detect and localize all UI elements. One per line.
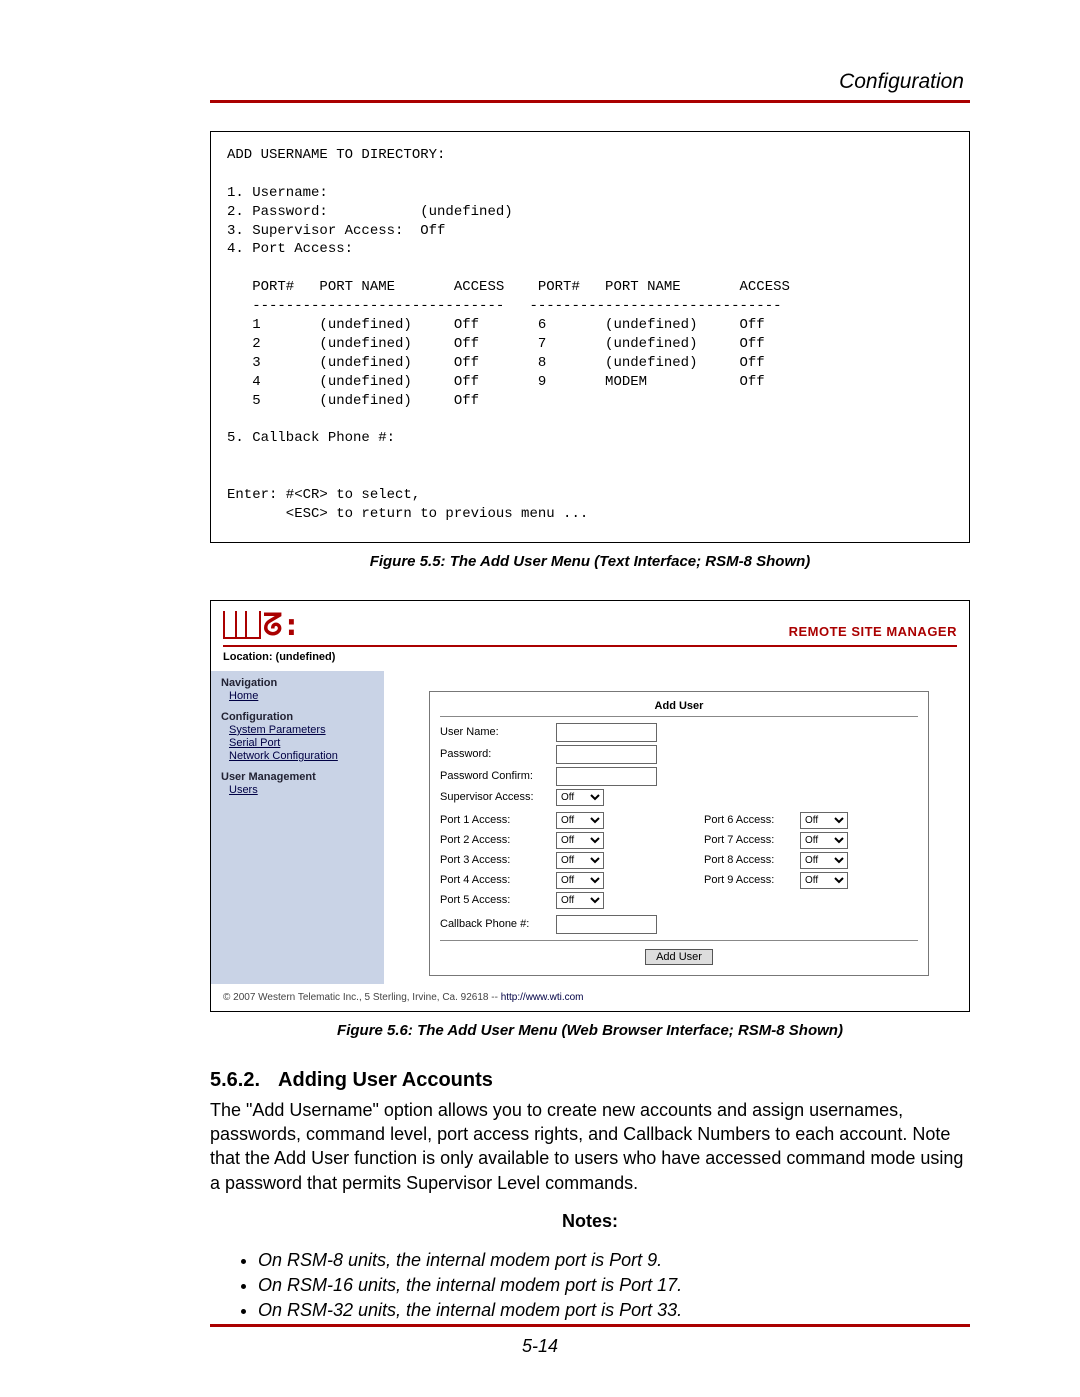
port5-label: Port 5 Access: [440, 894, 550, 906]
web-sidebar: Navigation Home Configuration System Par… [211, 671, 384, 984]
port1-label: Port 1 Access: [440, 814, 550, 826]
port2-select[interactable]: Off [556, 832, 604, 849]
page-header-title: Configuration [210, 70, 970, 94]
nav-serial-port-link[interactable]: Serial Port [229, 737, 376, 749]
product-label: REMOTE SITE MANAGER [789, 624, 957, 639]
nav-users-link[interactable]: Users [229, 784, 376, 796]
port7-select[interactable]: Off [800, 832, 848, 849]
nav-home-link[interactable]: Home [229, 690, 376, 702]
nav-section-configuration: Configuration [221, 711, 376, 723]
figure-5-5-caption: Figure 5.5: The Add User Menu (Text Inte… [210, 553, 970, 570]
port5-select[interactable]: Off [556, 892, 604, 909]
nav-section-navigation: Navigation [221, 677, 376, 689]
supervisor-access-label: Supervisor Access: [440, 791, 550, 803]
port4-label: Port 4 Access: [440, 874, 550, 886]
callback-label: Callback Phone #: [440, 918, 550, 930]
web-interface-screenshot: ᘔ: REMOTE SITE MANAGER Location: (undefi… [210, 600, 970, 1012]
notes-list: On RSM-8 units, the internal modem port … [210, 1250, 970, 1321]
port3-label: Port 3 Access: [440, 854, 550, 866]
footer-rule [210, 1324, 970, 1327]
add-user-form: Add User User Name: Password: Password C… [429, 691, 929, 976]
password-input[interactable] [556, 745, 657, 764]
port9-label: Port 9 Access: [704, 874, 794, 886]
port2-label: Port 2 Access: [440, 834, 550, 846]
port8-select[interactable]: Off [800, 852, 848, 869]
wti-link[interactable]: http://www.wti.com [501, 992, 584, 1003]
section-title: Adding User Accounts [278, 1069, 493, 1091]
supervisor-access-select[interactable]: Off [556, 789, 604, 806]
nav-network-config-link[interactable]: Network Configuration [229, 750, 376, 762]
callback-input[interactable] [556, 915, 657, 934]
notes-heading: Notes: [210, 1211, 970, 1232]
note-item: On RSM-8 units, the internal modem port … [258, 1250, 970, 1271]
port3-select[interactable]: Off [556, 852, 604, 869]
wti-logo: ᘔ: [223, 611, 300, 639]
header-rule [210, 100, 970, 103]
port4-select[interactable]: Off [556, 872, 604, 889]
note-item: On RSM-32 units, the internal modem port… [258, 1300, 970, 1321]
nav-section-user-management: User Management [221, 771, 376, 783]
logo-rule [223, 645, 957, 647]
port7-label: Port 7 Access: [704, 834, 794, 846]
form-title: Add User [440, 700, 918, 717]
username-label: User Name: [440, 726, 550, 738]
port6-select[interactable]: Off [800, 812, 848, 829]
port8-label: Port 8 Access: [704, 854, 794, 866]
password-label: Password: [440, 748, 550, 760]
text-interface-terminal: ADD USERNAME TO DIRECTORY: 1. Username: … [210, 131, 970, 543]
port1-select[interactable]: Off [556, 812, 604, 829]
section-number: 5.6.2. [210, 1069, 260, 1091]
nav-system-parameters-link[interactable]: System Parameters [229, 724, 376, 736]
port6-label: Port 6 Access: [704, 814, 794, 826]
add-user-button[interactable]: Add User [645, 949, 713, 965]
username-input[interactable] [556, 723, 657, 742]
note-item: On RSM-16 units, the internal modem port… [258, 1275, 970, 1296]
section-body: The "Add Username" option allows you to … [210, 1098, 970, 1195]
password-confirm-input[interactable] [556, 767, 657, 786]
copyright-text: © 2007 Western Telematic Inc., 5 Sterlin… [223, 992, 957, 1003]
port9-select[interactable]: Off [800, 872, 848, 889]
figure-5-6-caption: Figure 5.6: The Add User Menu (Web Brows… [210, 1022, 970, 1039]
password-confirm-label: Password Confirm: [440, 770, 550, 782]
section-heading: 5.6.2. Adding User Accounts [210, 1069, 970, 1092]
page-number: 5-14 [0, 1336, 1080, 1357]
location-label: Location: (undefined) [223, 651, 957, 663]
